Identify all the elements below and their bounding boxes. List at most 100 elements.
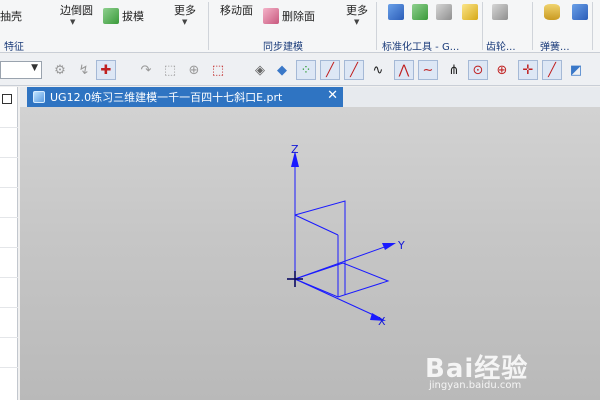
resource-bar xyxy=(0,87,18,400)
chevron-down-icon: ▼ xyxy=(354,18,360,26)
spline-icon: ∼ xyxy=(422,62,434,78)
snap-endpoint-button[interactable]: ⁘ xyxy=(296,60,316,80)
y-arrowhead xyxy=(382,243,396,250)
quadrant-icon: ⊕ xyxy=(496,62,508,78)
navigator-divider xyxy=(0,337,18,338)
standard-tool-button-3[interactable] xyxy=(436,4,455,20)
body-select-icon: ↯ xyxy=(78,62,90,78)
face-select-icon: ⬚ xyxy=(163,62,177,78)
standard-tool-button-4[interactable] xyxy=(462,4,481,20)
draft-icon xyxy=(103,8,119,24)
group-label-standard-tools: 标准化工具 - G... xyxy=(382,42,460,53)
eraser-icon: ◈ xyxy=(255,62,265,78)
line-snap-icon: ╱ xyxy=(326,62,334,78)
document-tab-title: UG12.0练习三维建模一千一百四十七斜口E.prt xyxy=(50,91,283,104)
fastener-icon xyxy=(436,4,452,20)
sketch-geometry xyxy=(294,157,391,319)
move-face-button[interactable]: 移动面 xyxy=(220,2,253,18)
feature-more-label: 更多 xyxy=(174,4,196,17)
sync-more-button[interactable]: 更多 xyxy=(346,2,368,18)
endpoint-snap-icon: ⁘ xyxy=(300,62,312,78)
x-axis-label: X xyxy=(378,315,386,328)
close-icon[interactable]: ✕ xyxy=(327,88,338,103)
feature-select-icon: ⚙ xyxy=(54,62,66,78)
select-face-button[interactable]: ⬚ xyxy=(160,60,180,80)
shell-label: 抽壳 xyxy=(0,10,22,23)
spring-tool-button[interactable] xyxy=(572,4,591,20)
select-body-button[interactable]: ↯ xyxy=(74,60,94,80)
navigator-square-icon[interactable] xyxy=(2,94,12,104)
watermark: Bai经验 jingyan.baidu.com xyxy=(425,348,570,396)
eraser-button[interactable]: ◈ xyxy=(250,60,270,80)
snap-curve-button[interactable]: ∿ xyxy=(368,60,388,80)
control-point-icon: ⋀ xyxy=(398,62,410,78)
watermark-url: jingyan.baidu.com xyxy=(429,380,522,391)
delete-face-button[interactable]: 删除面 xyxy=(263,8,315,24)
solid-view-button[interactable]: ◆ xyxy=(272,60,292,80)
snap-quadrant-button[interactable]: ⊕ xyxy=(492,60,512,80)
select-feature-button[interactable]: ⚙ xyxy=(50,60,70,80)
sync-more-dropdown[interactable]: ▼ xyxy=(354,18,359,26)
snap-midpoint-button[interactable]: ╱ xyxy=(344,60,364,80)
shell-button[interactable]: 抽壳 xyxy=(0,8,22,24)
snap-existing-point-button[interactable]: ✛ xyxy=(518,60,538,80)
graphics-window[interactable]: Z Y X Bai经验 jingyan.baidu.com xyxy=(20,107,600,400)
snap-face-button[interactable]: ◩ xyxy=(566,60,586,80)
on-curve-icon: ╱ xyxy=(548,62,556,78)
navigator-divider xyxy=(0,217,18,218)
navigator-divider xyxy=(0,277,18,278)
navigator-divider xyxy=(0,127,18,128)
snap-spline-button[interactable]: ∼ xyxy=(418,60,438,80)
snap-point-button[interactable]: ✚ xyxy=(96,60,116,80)
standard-part-icon xyxy=(388,4,404,20)
navigator-divider xyxy=(0,307,18,308)
snap-center-button[interactable]: ⊙ xyxy=(468,60,488,80)
navigator-divider xyxy=(0,367,18,368)
feature-more-dropdown[interactable]: ▼ xyxy=(182,18,187,26)
ribbon-divider xyxy=(482,2,483,50)
chevron-down-icon: ▼ xyxy=(182,18,188,26)
feature-more-button[interactable]: 更多 xyxy=(174,2,196,18)
origin-marker xyxy=(287,271,303,287)
group-label-spring: 弹簧... xyxy=(540,42,570,53)
ribbon-divider xyxy=(592,2,593,50)
ribbon-divider xyxy=(532,2,533,50)
rectangle-select-icon: ⬚ xyxy=(211,62,225,78)
select-region-button[interactable]: ⊕ xyxy=(184,60,204,80)
type-filter-select[interactable]: ▼ xyxy=(0,61,42,79)
gear-tool-icon xyxy=(412,4,428,20)
draft-label: 拔模 xyxy=(122,10,144,23)
standard-tool-button-1[interactable] xyxy=(388,4,407,20)
snap-line-button[interactable]: ╱ xyxy=(320,60,340,80)
chevron-down-icon: ▼ xyxy=(70,18,76,26)
snap-intersection-button[interactable]: ⋔ xyxy=(444,60,464,80)
select-curve-button[interactable]: ↷ xyxy=(136,60,156,80)
gear-button[interactable] xyxy=(492,4,511,20)
edge-blend-dropdown[interactable]: ▼ xyxy=(70,18,75,26)
select-rectangle-button[interactable]: ⬚ xyxy=(208,60,228,80)
cube-icon: ◆ xyxy=(277,62,287,78)
edge-blend-button[interactable]: 边倒圆 xyxy=(60,2,93,18)
snap-on-curve-button[interactable]: ╱ xyxy=(542,60,562,80)
selection-toolbar: ▼ ⚙ ↯ ✚ ↷ ⬚ ⊕ ⬚ ◈ ◆ ⁘ ╱ ╱ ∿ ⋀ ∼ ⋔ ⊙ ⊕ ✛ … xyxy=(0,54,600,86)
snap-control-point-button[interactable]: ⋀ xyxy=(394,60,414,80)
library-icon xyxy=(462,4,478,20)
navigator-divider xyxy=(0,247,18,248)
group-label-sync-modeling: 同步建模 xyxy=(263,42,303,53)
curve-select-icon: ↷ xyxy=(140,62,152,78)
region-select-icon: ⊕ xyxy=(188,62,200,78)
navigator-divider xyxy=(0,187,18,188)
ribbon: 抽壳 边倒圆 ▼ 拔模 更多 ▼ 特征 移动面 删除面 更多 ▼ 同步建模 标准… xyxy=(0,0,600,53)
chevron-down-icon: ▼ xyxy=(31,63,38,73)
sync-more-label: 更多 xyxy=(346,4,368,17)
y-axis-label: Y xyxy=(397,239,405,252)
navigator-divider xyxy=(0,157,18,158)
document-tab-strip: UG12.0练习三维建模一千一百四十七斜口E.prt ✕ xyxy=(20,87,600,107)
spring-button[interactable] xyxy=(544,4,563,20)
draft-button[interactable]: 拔模 xyxy=(103,8,144,24)
document-tab[interactable]: UG12.0练习三维建模一千一百四十七斜口E.prt ✕ xyxy=(27,87,343,107)
face-snap-icon: ◩ xyxy=(569,62,583,78)
standard-tool-button-2[interactable] xyxy=(412,4,431,20)
midpoint-snap-icon: ╱ xyxy=(350,62,358,78)
delete-face-icon xyxy=(263,8,279,24)
